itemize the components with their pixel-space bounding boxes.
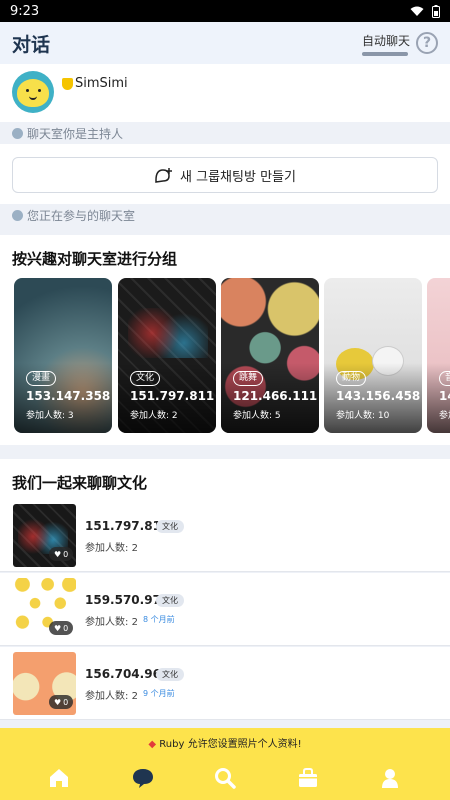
battery-icon	[432, 4, 440, 18]
card-number: 14	[439, 389, 450, 403]
promo-banner[interactable]: ◆ Ruby 允许您设置照片个人资料!	[0, 735, 450, 750]
card-members: 参加人数: 2	[130, 411, 178, 421]
card-members: 参加	[439, 411, 450, 421]
card-tag: 跳舞	[233, 371, 264, 386]
ruby-gem-icon: ◆	[148, 739, 157, 750]
list-item[interactable]: ♥ 0 159.570.971 文化 参加人数: 2 8 个月前	[0, 573, 450, 646]
interest-card[interactable]: 漫畫 153.147.358 参加人数: 3	[14, 278, 112, 433]
shield-badge-icon	[62, 78, 73, 90]
interest-card[interactable]: 動物 143.156.458 参加人数: 10	[324, 278, 422, 433]
add-chat-icon	[155, 168, 173, 183]
promo-text: Ruby 允许您设置照片个人资料!	[159, 739, 302, 750]
search-icon[interactable]	[213, 766, 237, 790]
card-members: 参加人数: 10	[336, 411, 390, 421]
room-time: 8 个月前	[143, 615, 175, 624]
room-thumbnail: ♥ 0	[13, 652, 76, 715]
card-tag: 文化	[130, 371, 161, 386]
interest-card[interactable]: 跳舞 121.466.111 参加人数: 5	[221, 278, 319, 433]
host-icon	[12, 127, 23, 139]
like-count: ♥ 0	[49, 621, 74, 635]
profile-name: SimSimi	[75, 76, 128, 91]
room-thumbnail: ♥ 0	[13, 578, 76, 641]
room-thumbnail: ♥ 0	[13, 504, 76, 567]
chat-bubble-icon	[12, 209, 23, 221]
card-members: 参加人数: 3	[26, 411, 74, 421]
card-number: 151.797.811	[130, 389, 215, 403]
bottom-bar: ◆ Ruby 允许您设置照片个人资料!	[0, 728, 450, 800]
like-count: ♥ 0	[49, 547, 74, 561]
section-joined-rooms: 您正在参与的聊天室	[0, 204, 450, 226]
heart-icon: ♥	[54, 623, 62, 633]
room-tag: 文化	[156, 520, 184, 533]
auto-chat-toggle[interactable]: 自动聊天	[361, 32, 410, 56]
section-host-rooms: 聊天室你是主持人	[0, 122, 450, 144]
create-group-chat-label: 새 그룹채팅방 만들기	[180, 169, 296, 185]
card-tag: 漫畫	[26, 371, 57, 386]
help-icon[interactable]: ?	[416, 32, 438, 54]
host-room-profile[interactable]: SimSimi	[0, 64, 450, 122]
app-header: 对话 自动聊天 ?	[0, 22, 450, 64]
card-number: 121.466.111	[233, 389, 318, 403]
card-tag: 動物	[336, 371, 367, 386]
card-number: 143.156.458	[336, 389, 421, 403]
heart-icon: ♥	[54, 697, 62, 707]
shop-icon[interactable]	[296, 766, 320, 790]
wifi-icon	[410, 6, 424, 16]
auto-chat-switch[interactable]	[361, 52, 408, 56]
section-host-label: 聊天室你是主持人	[27, 126, 124, 141]
status-time: 9:23	[10, 3, 40, 19]
interest-groups-title: 按兴趣对聊天室进行分组	[12, 250, 178, 268]
room-members: 参加人数: 2	[85, 691, 138, 702]
room-time: 9 个月前	[143, 689, 175, 698]
card-members: 参加人数: 5	[233, 411, 281, 421]
list-item[interactable]: ♥ 0 156.704.965 文化 参加人数: 2 9 个月前	[0, 647, 450, 720]
profile-icon[interactable]	[378, 766, 402, 790]
page-title: 对话	[12, 33, 51, 56]
card-tag: 音	[439, 371, 450, 386]
section-joined-label: 您正在参与的聊天室	[27, 208, 136, 223]
room-tag: 文化	[156, 668, 184, 681]
create-group-chat-button[interactable]: 새 그룹채팅방 만들기	[12, 157, 438, 193]
interest-card[interactable]: 文化 151.797.811 参加人数: 2	[118, 278, 216, 433]
room-members: 参加人数: 2	[85, 617, 138, 628]
list-item[interactable]: ♥ 0 151.797.811 文化 参加人数: 2	[0, 499, 450, 572]
home-icon[interactable]	[47, 766, 71, 790]
card-number: 153.147.358	[26, 389, 111, 403]
chat-icon[interactable]	[131, 766, 155, 790]
avatar[interactable]	[12, 71, 54, 113]
bottom-nav	[0, 764, 450, 794]
status-bar: 9:23	[0, 0, 450, 22]
interest-card[interactable]: 音 14 参加	[427, 278, 450, 433]
status-icons	[410, 4, 440, 18]
heart-icon: ♥	[54, 549, 62, 559]
room-tag: 文化	[156, 594, 184, 607]
simsimi-face-icon	[17, 79, 49, 107]
like-count: ♥ 0	[49, 695, 74, 709]
culture-section-title: 我们一起来聊聊文化	[12, 474, 148, 492]
room-members: 参加人数: 2	[85, 543, 138, 554]
auto-chat-label: 自动聊天	[361, 34, 410, 48]
interest-cards-carousel[interactable]: 漫畫 153.147.358 参加人数: 3 文化 151.797.811 参加…	[14, 278, 450, 433]
